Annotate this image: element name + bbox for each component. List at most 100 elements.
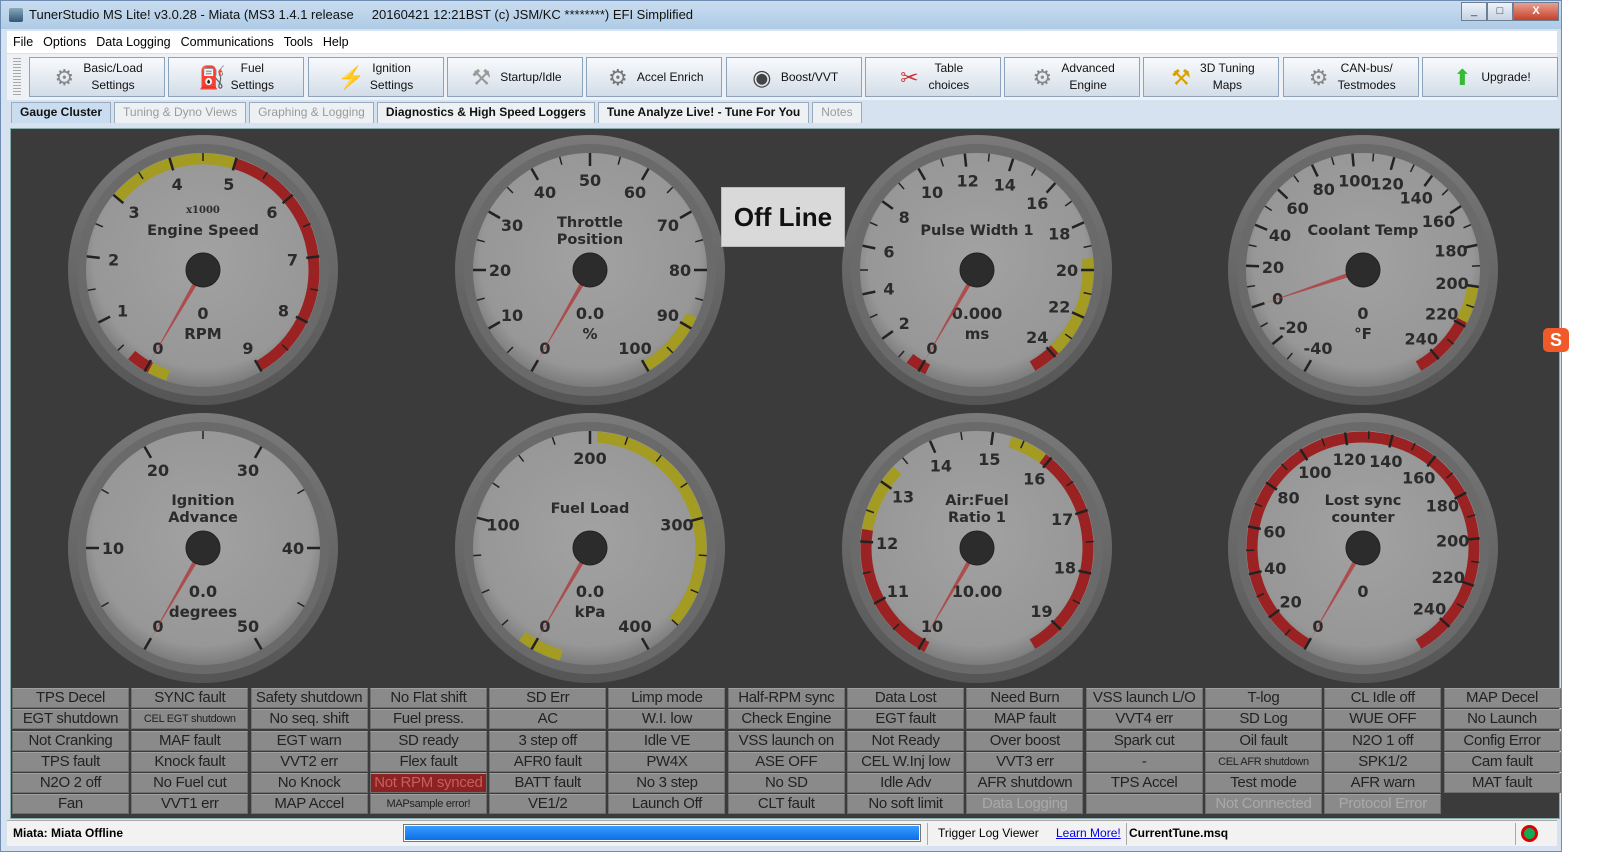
minor-tick bbox=[698, 554, 707, 557]
menu-file[interactable]: File bbox=[13, 35, 33, 49]
toolbar-button-label: Advanced Engine bbox=[1061, 61, 1115, 92]
indicator-sd-log: SD Log bbox=[1204, 709, 1322, 730]
toolbar-button-startup[interactable]: ⚒ Startup/Idle bbox=[446, 57, 583, 97]
tick-label: 200 bbox=[1435, 274, 1468, 293]
tick-label: 30 bbox=[501, 216, 523, 235]
toolbar-button-accel[interactable]: ⚙ Accel Enrich bbox=[586, 57, 723, 97]
toolbar-grip[interactable] bbox=[13, 58, 21, 96]
tune-file-name: CurrentTune.msq bbox=[1129, 826, 1229, 840]
gear-icon: ⚙ bbox=[54, 64, 75, 90]
indicator-idle-ve: Idle VE bbox=[608, 730, 726, 751]
minimize-button[interactable]: _ bbox=[1461, 2, 1487, 21]
indicator-not-rpm-synced: Not RPM synced bbox=[369, 773, 487, 794]
tick-label: 6 bbox=[266, 203, 277, 222]
trigger-log-viewer-link[interactable]: Trigger Log Viewer bbox=[938, 826, 1039, 840]
close-button[interactable]: X bbox=[1513, 2, 1559, 21]
indicator-half-rpm-sync: Half-RPM sync bbox=[727, 688, 845, 708]
toolbar-button-ignition[interactable]: ⚡ Ignition Settings bbox=[307, 57, 444, 97]
tab-diagnostics-high-speed-loggers[interactable]: Diagnostics & High Speed Loggers bbox=[376, 102, 595, 123]
ime-icon[interactable]: S bbox=[1543, 328, 1569, 352]
toolbar-button-upgrade![interactable]: ⬆ Upgrade! bbox=[1422, 57, 1558, 97]
toolbar: ⚙ Basic/Load Settings ⛽ Fuel Settings ⚡ Ignit… bbox=[7, 54, 1558, 100]
indicator-ve1-2: VE1/2 bbox=[489, 794, 607, 815]
toolbar-button-basic[interactable]: ⚙ Basic/Load Settings bbox=[29, 57, 165, 97]
gauge-hub bbox=[1345, 530, 1381, 566]
indicator-need-burn: Need Burn bbox=[966, 688, 1084, 708]
minor-tick bbox=[473, 554, 482, 557]
tick-label: 80 bbox=[1313, 180, 1335, 199]
toolbar-button-advanced[interactable]: ⚙ Advanced Engine bbox=[1004, 57, 1141, 97]
menu-help[interactable]: Help bbox=[323, 35, 349, 49]
tab-tuning-dyno-views[interactable]: Tuning & Dyno Views bbox=[114, 102, 247, 123]
indicator-3-step-off: 3 step off bbox=[489, 730, 607, 751]
indicator-cel-egt-shutdown: CEL EGT shutdown bbox=[131, 709, 249, 730]
tick-label: 8 bbox=[899, 208, 910, 227]
toolbar-button-fuel[interactable]: ⛽ Fuel Settings bbox=[168, 57, 305, 97]
maximize-button[interactable]: □ bbox=[1487, 2, 1513, 21]
indicator-not-connected: Not Connected bbox=[1204, 794, 1322, 815]
indicator-tps-fault: TPS fault bbox=[12, 751, 129, 772]
tick-label: 60 bbox=[1287, 199, 1309, 218]
hammer-icon: ⚒ bbox=[1171, 64, 1191, 90]
tick-label: 300 bbox=[660, 516, 693, 535]
indicator-no-soft-limit: No soft limit bbox=[847, 794, 965, 815]
fuel-injector-icon: ⛽ bbox=[198, 64, 227, 90]
gauge-title: counter bbox=[1331, 510, 1395, 526]
connection-status: Miata: Miata Offline bbox=[13, 826, 124, 840]
major-tick bbox=[990, 431, 995, 446]
indicator-no-sd: No SD bbox=[727, 773, 845, 794]
tick-label: 20 bbox=[147, 461, 169, 480]
gauge-title: Fuel Load bbox=[551, 501, 630, 517]
indicator-spark-cut: Spark cut bbox=[1085, 730, 1203, 751]
indicator-tps-accel: TPS Accel bbox=[1085, 773, 1203, 794]
gears-icon: ⚙ bbox=[1032, 64, 1053, 90]
not-connected-icon bbox=[1521, 825, 1538, 842]
learn-more-link[interactable]: Learn More! bbox=[1056, 826, 1121, 840]
tick-label: 200 bbox=[573, 449, 606, 468]
indicator-vvt4-err: VVT4 err bbox=[1085, 709, 1203, 730]
indicator-egt-fault: EGT fault bbox=[847, 709, 965, 730]
menu-tools[interactable]: Tools bbox=[284, 35, 313, 49]
indicator-safety-shutdown: Safety shutdown bbox=[250, 688, 368, 708]
gauge-hub bbox=[959, 252, 995, 288]
indicator-w-i-low: W.I. low bbox=[608, 709, 726, 730]
menu-communications[interactable]: Communications bbox=[181, 35, 274, 49]
menu-options[interactable]: Options bbox=[43, 35, 86, 49]
gauge-value: 0 bbox=[1357, 582, 1368, 601]
tick-label: 60 bbox=[1263, 522, 1285, 541]
indicator-spk1-2: SPK1/2 bbox=[1324, 751, 1442, 772]
indicator-idle-adv: Idle Adv bbox=[847, 773, 965, 794]
toolbar-button-boost[interactable]: ◉ Boost/VVT bbox=[725, 57, 862, 97]
indicator-oil-fault: Oil fault bbox=[1204, 730, 1322, 751]
indicator-egt-shutdown: EGT shutdown bbox=[12, 709, 129, 730]
menu-data-logging[interactable]: Data Logging bbox=[96, 35, 170, 49]
indicator-empty bbox=[1085, 794, 1203, 815]
indicator-vvt1-err: VVT1 err bbox=[131, 794, 249, 815]
gauge-hub bbox=[572, 252, 608, 288]
turbo-icon: ◉ bbox=[752, 64, 772, 90]
tick-label: 10 bbox=[501, 306, 523, 325]
toolbar-button-can-bus[interactable]: ⚙ CAN-bus/ Testmodes bbox=[1282, 57, 1419, 97]
tab-graphing-logging[interactable]: Graphing & Logging bbox=[249, 102, 374, 123]
indicator-cel-afr-shutdown: CEL AFR shutdown bbox=[1204, 751, 1322, 772]
tick-label: 120 bbox=[1332, 450, 1365, 469]
tab-gauge-cluster[interactable]: Gauge Cluster bbox=[11, 102, 112, 123]
toolbar-button-table[interactable]: ✂ Table choices bbox=[864, 57, 1001, 97]
toolbar-button-3d[interactable]: ⚒ 3D Tuning Maps bbox=[1143, 57, 1280, 97]
gauge-hub bbox=[1345, 252, 1381, 288]
tab-notes[interactable]: Notes bbox=[812, 102, 862, 123]
tick-label: 70 bbox=[657, 216, 679, 235]
gauge-value: 0 bbox=[197, 304, 208, 323]
gauge-title: Air:Fuel bbox=[945, 493, 1008, 509]
tick-label: 10 bbox=[102, 539, 124, 558]
status-bar: Miata: Miata Offline Trigger Log Viewer … bbox=[7, 820, 1557, 846]
wrench-icon: ⚒ bbox=[471, 64, 492, 90]
tick-label: 4 bbox=[172, 175, 183, 194]
tick-label: 90 bbox=[657, 306, 679, 325]
tick-label: 180 bbox=[1434, 242, 1467, 261]
tick-label: 2 bbox=[899, 314, 910, 333]
tick-label: 20 bbox=[1262, 258, 1284, 277]
gauge-units: °F bbox=[1354, 325, 1372, 343]
indicator-t-log: T-log bbox=[1204, 688, 1322, 708]
tab-tune-analyze-live-tune-for-you[interactable]: Tune Analyze Live! - Tune For You bbox=[597, 102, 810, 123]
